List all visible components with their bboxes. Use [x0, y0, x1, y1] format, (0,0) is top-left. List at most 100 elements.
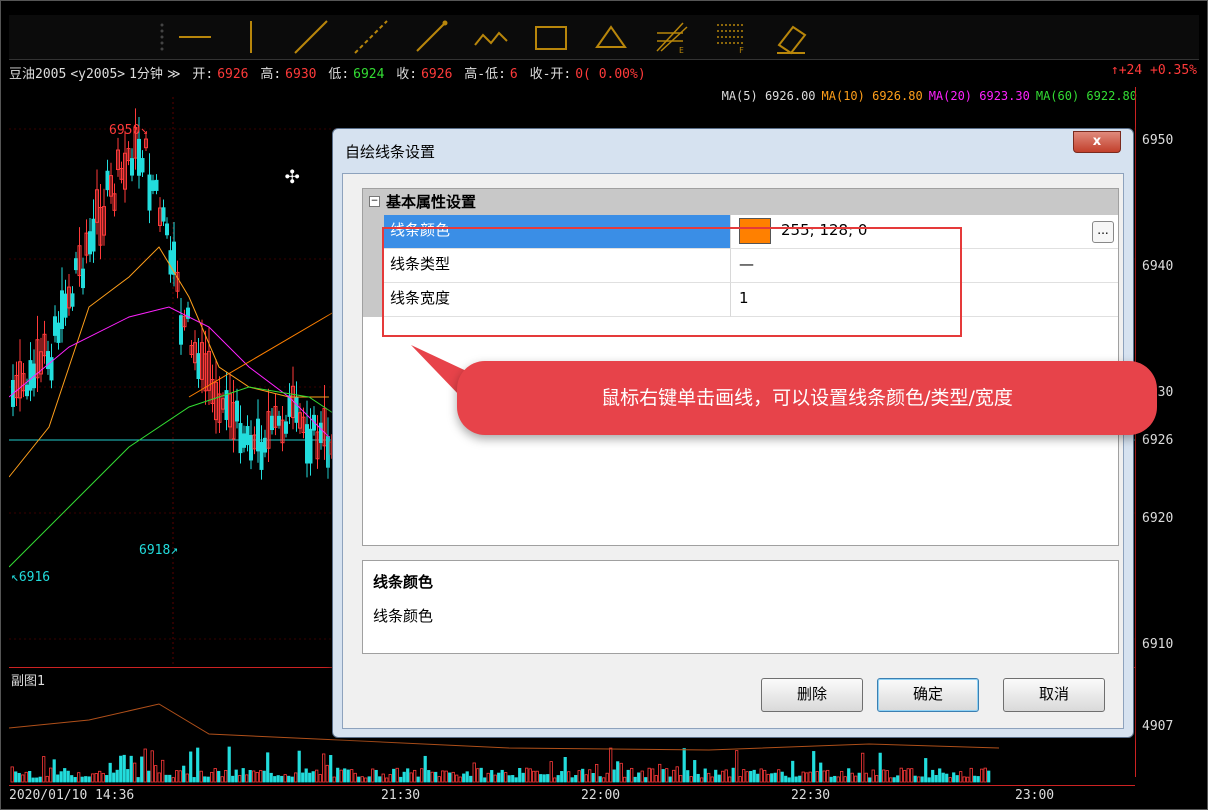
drawn-line — [188, 308, 340, 398]
volume-bar — [721, 770, 725, 783]
volume-bar — [906, 768, 910, 783]
volume-bar — [647, 767, 651, 783]
symbol-name[interactable]: 豆油2005 — [9, 67, 66, 82]
ray-icon[interactable] — [293, 19, 329, 55]
candle-body — [70, 293, 75, 307]
candle-body — [259, 441, 264, 470]
volume-bar — [206, 776, 210, 783]
volume-bar — [339, 769, 343, 783]
volume-bar — [763, 769, 767, 783]
fibonacci-fan-icon[interactable]: E — [653, 19, 689, 55]
volume-bar — [616, 761, 620, 783]
volume-bar — [311, 771, 315, 783]
volume-bar — [203, 776, 207, 783]
volume-bar — [535, 770, 539, 783]
rectangle-icon[interactable] — [533, 19, 569, 55]
property-category[interactable]: − 基本属性设置 — [363, 189, 1118, 215]
volume-bar — [931, 769, 935, 783]
category-label: 基本属性设置 — [386, 193, 477, 211]
volume-bar — [49, 767, 53, 783]
line-tool-icon[interactable] — [177, 19, 213, 55]
volume-bar — [213, 768, 217, 783]
volume-bar — [80, 776, 84, 783]
volume-bar — [847, 768, 851, 783]
volume-bar — [962, 776, 966, 783]
candle-body — [60, 290, 64, 330]
low-value: 6924 — [353, 67, 385, 82]
volume-bar — [189, 751, 193, 783]
delete-button[interactable]: 删除 — [761, 678, 863, 712]
volume-bar — [983, 767, 987, 783]
volume-bar — [910, 768, 914, 783]
volume-bar — [777, 769, 781, 783]
fibonacci-levels-icon[interactable]: F — [713, 19, 749, 55]
volume-bar — [294, 772, 298, 783]
volume-bar — [59, 771, 63, 783]
volume-bar — [735, 750, 739, 783]
volume-bar — [392, 768, 396, 783]
volume-bar — [521, 772, 525, 783]
volume-bar — [812, 751, 816, 783]
triangle-icon[interactable] — [593, 19, 629, 55]
candle-body — [63, 293, 68, 318]
volume-bar — [154, 765, 158, 783]
color-picker-button[interactable]: ... — [1092, 221, 1114, 243]
volume-bar — [637, 772, 641, 783]
candle-body — [308, 428, 313, 464]
candle-body — [154, 179, 159, 191]
volume-bar — [742, 769, 746, 783]
volume-bar — [399, 776, 403, 783]
volume-bar — [42, 756, 46, 783]
volume-bar — [423, 755, 427, 783]
high-value: 6930 — [285, 67, 317, 82]
volume-bar — [406, 768, 410, 783]
segment-icon[interactable] — [413, 19, 449, 55]
volume-bar — [875, 775, 879, 783]
volume-bar — [157, 772, 161, 783]
candle-body — [319, 422, 323, 444]
volume-bar — [483, 777, 487, 783]
volume-bar — [710, 776, 714, 783]
volume-bar — [91, 773, 95, 783]
close-button[interactable]: x — [1073, 131, 1121, 153]
wave-icon[interactable] — [473, 19, 509, 55]
volume-bar — [486, 772, 490, 783]
symbol-code: <y2005> — [70, 67, 126, 82]
volume-bar — [696, 773, 700, 783]
volume-bar — [882, 769, 886, 783]
ok-button[interactable]: 确定 — [877, 678, 979, 712]
volume-bar — [413, 769, 417, 783]
period-label[interactable]: 1分钟 — [129, 67, 163, 82]
collapse-icon[interactable]: − — [369, 196, 380, 207]
candle-body — [74, 258, 78, 271]
candle-body — [161, 207, 166, 222]
volume-bar — [56, 774, 60, 783]
cancel-button[interactable]: 取消 — [1003, 678, 1105, 712]
candle-body — [305, 424, 309, 464]
volume-bar — [570, 777, 574, 783]
volume-bar — [178, 770, 182, 783]
volume-bar — [948, 777, 952, 783]
period-dropdown-icon[interactable]: ≫ — [167, 67, 181, 82]
volume-bar — [815, 771, 819, 783]
volume-bar — [507, 775, 511, 783]
candle-body — [56, 322, 61, 343]
dashed-ray-icon[interactable] — [353, 19, 389, 55]
volume-bar — [269, 772, 273, 783]
volume-bar — [371, 768, 375, 783]
time-label: 2020/01/10 14:36 — [9, 788, 135, 803]
volume-bar — [801, 771, 805, 783]
volume-bar — [679, 774, 683, 783]
volume-bar — [959, 771, 963, 783]
volume-bar — [773, 772, 777, 783]
volume-bar — [245, 774, 249, 783]
quote-info-bar: 豆油2005 <y2005> 1分钟 ≫ 开: 6926 高: 6930 低: 6924 收… — [9, 63, 1201, 85]
volume-bar — [119, 755, 123, 783]
volume-bar — [682, 748, 686, 783]
open-label: 开: — [192, 67, 214, 82]
volume-label: 4907 — [1142, 719, 1174, 734]
eraser-icon[interactable] — [773, 19, 809, 55]
vertical-line-icon[interactable] — [233, 19, 269, 55]
time-label: 22:00 — [581, 788, 621, 803]
volume-bar — [465, 771, 469, 783]
